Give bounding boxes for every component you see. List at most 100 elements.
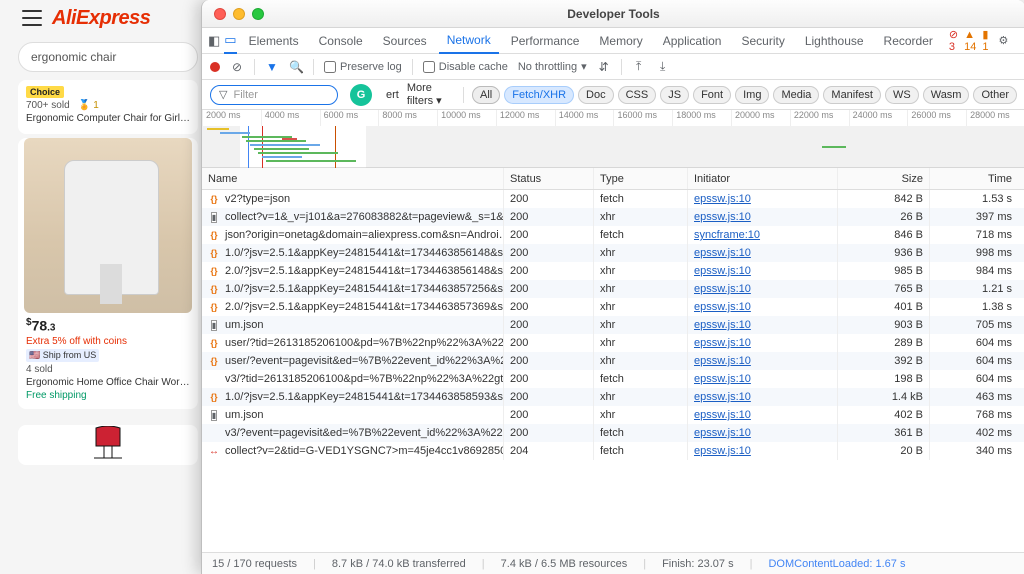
- request-time: 718 ms: [930, 226, 1018, 244]
- request-time: 998 ms: [930, 244, 1018, 262]
- initiator-link[interactable]: epssw.js:10: [694, 337, 751, 349]
- product-card-3[interactable]: [18, 425, 198, 465]
- tab-network[interactable]: Network: [439, 28, 499, 54]
- table-row[interactable]: 1.0/?jsv=2.5.1&appKey=24815441&t=1734463…: [202, 388, 1024, 406]
- initiator-link[interactable]: epssw.js:10: [694, 391, 751, 403]
- device-icon[interactable]: ▭: [224, 28, 236, 54]
- flag-indicator[interactable]: ▮ 1: [982, 28, 988, 53]
- table-row[interactable]: 1.0/?jsv=2.5.1&appKey=24815441&t=1734463…: [202, 244, 1024, 262]
- tab-elements[interactable]: Elements: [241, 28, 307, 54]
- pill-js[interactable]: JS: [660, 86, 689, 104]
- wifi-icon[interactable]: ⇵: [597, 60, 611, 74]
- table-row[interactable]: v2?type=json200fetchepssw.js:10842 B1.53…: [202, 190, 1024, 208]
- search-icon[interactable]: 🔍: [289, 60, 303, 74]
- table-row[interactable]: v3/?tid=2613185206100&pd=%7B%22np%22%3A%…: [202, 370, 1024, 388]
- request-type: fetch: [594, 190, 688, 208]
- throttling-select[interactable]: No throttling ▾: [518, 60, 587, 73]
- pill-other[interactable]: Other: [973, 86, 1017, 104]
- table-row[interactable]: 1.0/?jsv=2.5.1&appKey=24815441&t=1734463…: [202, 280, 1024, 298]
- initiator-link[interactable]: epssw.js:10: [694, 193, 751, 205]
- pill-doc[interactable]: Doc: [578, 86, 614, 104]
- col-initiator[interactable]: Initiator: [688, 168, 838, 189]
- pill-ws[interactable]: WS: [885, 86, 919, 104]
- table-row[interactable]: user/?tid=2613185206100&pd=%7B%22np%22%3…: [202, 334, 1024, 352]
- pill-manifest[interactable]: Manifest: [823, 86, 881, 104]
- table-row[interactable]: v3/?event=pagevisit&ed=%7B%22event_id%22…: [202, 424, 1024, 442]
- tab-console[interactable]: Console: [311, 28, 371, 54]
- download-icon[interactable]: ⤓: [656, 59, 670, 74]
- initiator-link[interactable]: epssw.js:10: [694, 373, 751, 385]
- table-row[interactable]: json?origin=onetag&domain=aliexpress.com…: [202, 226, 1024, 244]
- initiator-link[interactable]: epssw.js:10: [694, 265, 751, 277]
- pill-all[interactable]: All: [472, 86, 500, 104]
- request-size: 198 B: [838, 370, 930, 388]
- record-button[interactable]: [210, 62, 220, 72]
- table-row[interactable]: 2.0/?jsv=2.5.1&appKey=24815441&t=1734463…: [202, 262, 1024, 280]
- upload-icon[interactable]: ⤒: [632, 59, 646, 74]
- product-image: [24, 138, 192, 313]
- filter-icon[interactable]: ▼: [265, 60, 279, 74]
- initiator-link[interactable]: epssw.js:10: [694, 445, 751, 457]
- grammarly-icon[interactable]: G: [350, 84, 372, 106]
- initiator-link[interactable]: epssw.js:10: [694, 319, 751, 331]
- request-time: 604 ms: [930, 352, 1018, 370]
- more-filters[interactable]: More filters ▾: [407, 82, 455, 107]
- col-status[interactable]: Status: [504, 168, 594, 189]
- warning-indicator[interactable]: ▲ 14: [964, 29, 976, 53]
- titlebar[interactable]: Developer Tools: [202, 0, 1024, 28]
- hamburger-icon[interactable]: [22, 10, 42, 26]
- table-row[interactable]: um.json200xhrepssw.js:10402 B768 ms: [202, 406, 1024, 424]
- preserve-log-checkbox[interactable]: Preserve log: [324, 61, 402, 73]
- gear-icon[interactable]: ⚙: [995, 34, 1013, 47]
- error-indicator[interactable]: ⊘ 3: [949, 28, 958, 53]
- pill-wasm[interactable]: Wasm: [923, 86, 970, 104]
- tab-sources[interactable]: Sources: [375, 28, 435, 54]
- table-row[interactable]: 2.0/?jsv=2.5.1&appKey=24815441&t=1734463…: [202, 298, 1024, 316]
- initiator-link[interactable]: epssw.js:10: [694, 283, 751, 295]
- initiator-link[interactable]: epssw.js:10: [694, 409, 751, 421]
- pill-fetchxhr[interactable]: Fetch/XHR: [504, 86, 574, 104]
- ae-logo[interactable]: AliExpress: [52, 7, 150, 30]
- initiator-link[interactable]: syncframe:10: [694, 229, 760, 241]
- clear-button[interactable]: ⊘: [230, 60, 244, 74]
- table-row[interactable]: collect?v=2&tid=G-VED1YSGNC7>m=45je4cc1v…: [202, 442, 1024, 460]
- table-row[interactable]: user/?event=pagevisit&ed=%7B%22event_id%…: [202, 352, 1024, 370]
- timeline-overview[interactable]: 2000 ms 4000 ms 6000 ms 8000 ms 10000 ms…: [202, 110, 1024, 168]
- invert-label[interactable]: ert: [386, 89, 399, 101]
- search-input[interactable]: ergonomic chair: [18, 42, 198, 72]
- col-time[interactable]: Time: [930, 168, 1018, 189]
- request-type-icon: [208, 283, 220, 295]
- coins-discount: Extra 5% off with coins: [26, 336, 190, 347]
- col-type[interactable]: Type: [594, 168, 688, 189]
- filter-input[interactable]: ▽ Filter: [210, 85, 338, 105]
- col-size[interactable]: Size: [838, 168, 930, 189]
- tab-performance[interactable]: Performance: [503, 28, 588, 54]
- initiator-link[interactable]: epssw.js:10: [694, 427, 751, 439]
- col-name[interactable]: Name: [202, 168, 504, 189]
- more-icon[interactable]: ⋮: [1018, 34, 1024, 47]
- product-card-1[interactable]: Choice 700+ sold 🏅 1 Ergonomic Computer …: [18, 80, 198, 134]
- pill-img[interactable]: Img: [735, 86, 769, 104]
- pill-media[interactable]: Media: [773, 86, 819, 104]
- tab-lighthouse[interactable]: Lighthouse: [797, 28, 872, 54]
- initiator-link[interactable]: epssw.js:10: [694, 211, 751, 223]
- disable-cache-checkbox[interactable]: Disable cache: [423, 61, 508, 73]
- pill-css[interactable]: CSS: [618, 86, 657, 104]
- pill-font[interactable]: Font: [693, 86, 731, 104]
- initiator-link[interactable]: epssw.js:10: [694, 247, 751, 259]
- tab-application[interactable]: Application: [655, 28, 730, 54]
- initiator-link[interactable]: epssw.js:10: [694, 355, 751, 367]
- tab-recorder[interactable]: Recorder: [876, 28, 941, 54]
- initiator-link[interactable]: epssw.js:10: [694, 301, 751, 313]
- inspect-icon[interactable]: ◧: [208, 33, 220, 49]
- table-row[interactable]: um.json200xhrepssw.js:10903 B705 ms: [202, 316, 1024, 334]
- status-resources: 7.4 kB / 6.5 MB resources: [501, 558, 628, 570]
- product-card-2[interactable]: $78.3 Extra 5% off with coins 🇺🇸 Ship fr…: [18, 138, 198, 409]
- request-size: 402 B: [838, 406, 930, 424]
- table-header[interactable]: Name Status Type Initiator Size Time: [202, 168, 1024, 190]
- table-row[interactable]: collect?v=1&_v=j101&a=276083882&t=pagevi…: [202, 208, 1024, 226]
- request-type-icon: [208, 409, 220, 421]
- request-table[interactable]: v2?type=json200fetchepssw.js:10842 B1.53…: [202, 190, 1024, 538]
- tab-security[interactable]: Security: [733, 28, 792, 54]
- tab-memory[interactable]: Memory: [591, 28, 650, 54]
